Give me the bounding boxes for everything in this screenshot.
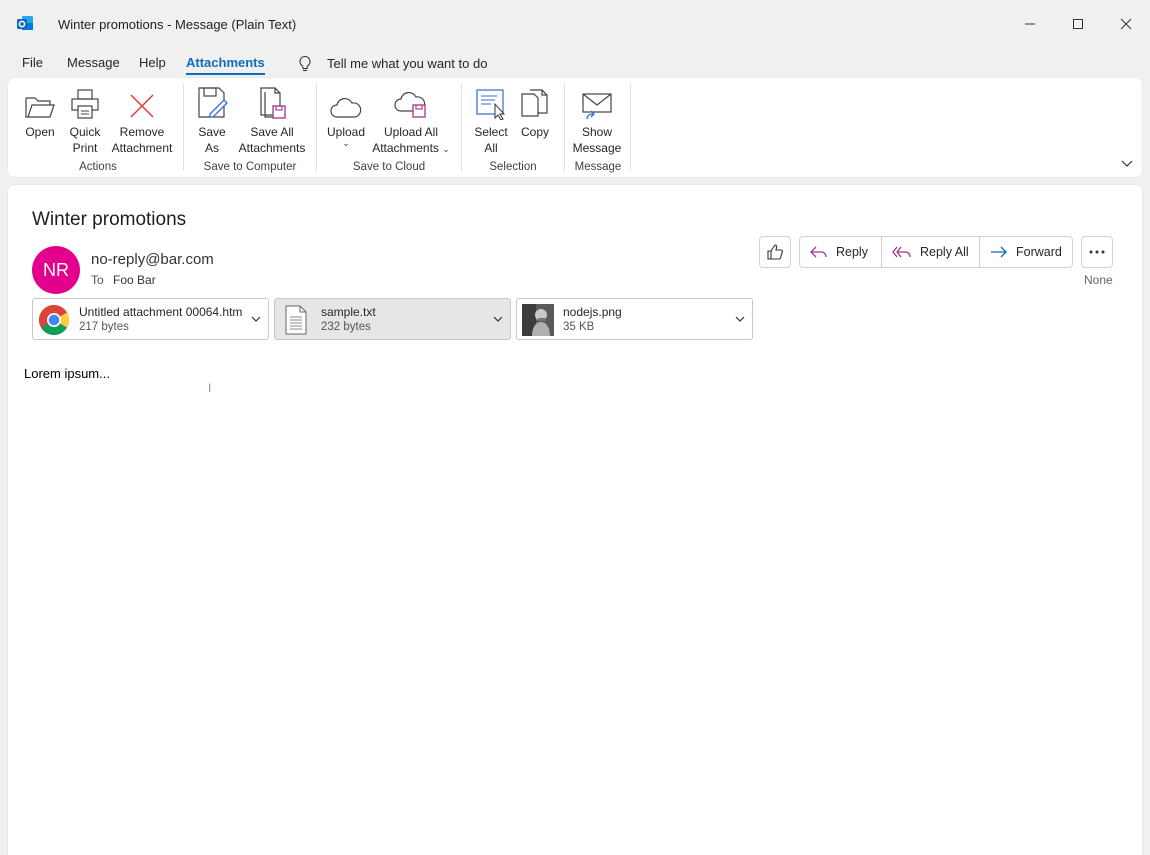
- attachment-card[interactable]: Untitled attachment 00064.htm 217 bytes: [32, 298, 269, 340]
- recipient[interactable]: Foo Bar: [113, 273, 156, 287]
- maximize-icon: [1073, 19, 1083, 29]
- title-bar: Winter promotions - Message (Plain Text): [0, 0, 1150, 48]
- reading-pane: Winter promotions NR no-reply@bar.com To…: [8, 185, 1142, 855]
- tell-me-search[interactable]: Tell me what you want to do: [327, 56, 487, 71]
- upload-button[interactable]: Upload ⌄: [324, 84, 368, 148]
- email-subject: Winter promotions: [32, 209, 187, 230]
- more-actions-button[interactable]: [1081, 236, 1113, 268]
- save-as-button[interactable]: Save As: [194, 84, 230, 156]
- cloud-upload-all-icon: [394, 91, 426, 118]
- tab-attachments[interactable]: Attachments: [186, 55, 265, 75]
- ribbon-separator: [316, 84, 317, 171]
- ribbon: Open Quick Print Remove Attachment Actio…: [8, 78, 1142, 177]
- open-button[interactable]: Open: [22, 84, 58, 140]
- copy-button[interactable]: Copy: [516, 84, 554, 140]
- maximize-button[interactable]: [1068, 14, 1088, 34]
- group-label-message: Message: [574, 161, 622, 173]
- reply-all-button[interactable]: Reply All: [881, 237, 979, 267]
- attachment-size: 35 KB: [563, 321, 595, 333]
- folder-open-icon: [25, 97, 55, 118]
- upload-all-attachments-button[interactable]: Upload All Attachments ⌄: [370, 84, 452, 157]
- email-body[interactable]: Lorem ipsum...: [24, 366, 110, 381]
- chevron-down-icon: ⌄: [342, 138, 350, 148]
- attachment-size: 217 bytes: [79, 321, 129, 333]
- ribbon-separator: [183, 84, 184, 171]
- reply-actions: Reply Reply All Forward: [799, 236, 1073, 268]
- chevron-down-icon[interactable]: [250, 313, 262, 325]
- group-label-save-to-computer: Save to Computer: [203, 161, 297, 173]
- to-label: To: [91, 273, 104, 287]
- sender-address[interactable]: no-reply@bar.com: [91, 251, 214, 268]
- copy-icon: [521, 89, 548, 117]
- select-all-button[interactable]: Select All: [472, 84, 510, 156]
- like-button[interactable]: [759, 236, 791, 268]
- quick-print-button[interactable]: Quick Print: [66, 84, 104, 156]
- save-all-icon: [260, 87, 286, 119]
- minimize-button[interactable]: [1020, 14, 1040, 34]
- image-thumbnail: [522, 304, 554, 336]
- attachment-name: sample.txt: [321, 305, 376, 319]
- chevron-down-icon[interactable]: [734, 313, 746, 325]
- cloud-icon: [330, 97, 362, 118]
- ribbon-separator: [564, 84, 565, 171]
- reply-all-icon: [892, 246, 911, 258]
- show-message-button[interactable]: Show Message: [571, 84, 623, 156]
- select-all-icon: [476, 89, 506, 120]
- reply-button[interactable]: Reply: [800, 237, 881, 267]
- more-icon: [1089, 250, 1105, 254]
- chrome-icon: [38, 305, 70, 336]
- tab-message[interactable]: Message: [67, 55, 120, 70]
- chevron-down-icon[interactable]: [1120, 158, 1134, 168]
- forward-arrow-icon: [991, 246, 1007, 258]
- remove-x-icon: [130, 94, 154, 118]
- avatar[interactable]: NR: [32, 246, 80, 294]
- ribbon-separator: [630, 84, 631, 171]
- group-label-save-to-cloud: Save to Cloud: [352, 161, 426, 173]
- reply-icon: [810, 246, 827, 258]
- close-button[interactable]: [1116, 14, 1136, 34]
- close-icon: [1120, 18, 1132, 30]
- group-label-selection: Selection: [489, 161, 537, 173]
- remove-attachment-button[interactable]: Remove Attachment: [108, 84, 176, 156]
- save-all-attachments-button[interactable]: Save All Attachments: [236, 84, 308, 156]
- window-title: Winter promotions - Message (Plain Text): [58, 17, 297, 32]
- forward-button[interactable]: Forward: [979, 237, 1072, 267]
- lightbulb-icon: [299, 55, 311, 72]
- outlook-icon: [17, 16, 33, 30]
- tab-file[interactable]: File: [22, 55, 43, 70]
- envelope-icon: [582, 93, 612, 120]
- group-label-actions: Actions: [79, 161, 117, 173]
- category-label: None: [1084, 273, 1113, 287]
- thumbs-up-icon: [767, 244, 783, 260]
- save-as-icon: [198, 87, 228, 118]
- text-cursor-icon: I: [208, 381, 212, 395]
- text-file-icon: [285, 305, 307, 335]
- menu-tabs: File Message Help Attachments: [0, 50, 1150, 78]
- attachment-card[interactable]: sample.txt 232 bytes: [274, 298, 511, 340]
- minimize-icon: [1025, 23, 1035, 25]
- attachment-card[interactable]: nodejs.png 35 KB: [516, 298, 753, 340]
- chevron-down-icon[interactable]: [492, 313, 504, 325]
- chevron-down-icon: ⌄: [442, 144, 450, 154]
- attachment-name: Untitled attachment 00064.htm: [79, 305, 243, 319]
- tab-help[interactable]: Help: [139, 55, 166, 70]
- attachment-name: nodejs.png: [563, 305, 622, 319]
- ribbon-separator: [461, 84, 462, 171]
- attachment-size: 232 bytes: [321, 321, 371, 333]
- printer-icon: [71, 89, 99, 119]
